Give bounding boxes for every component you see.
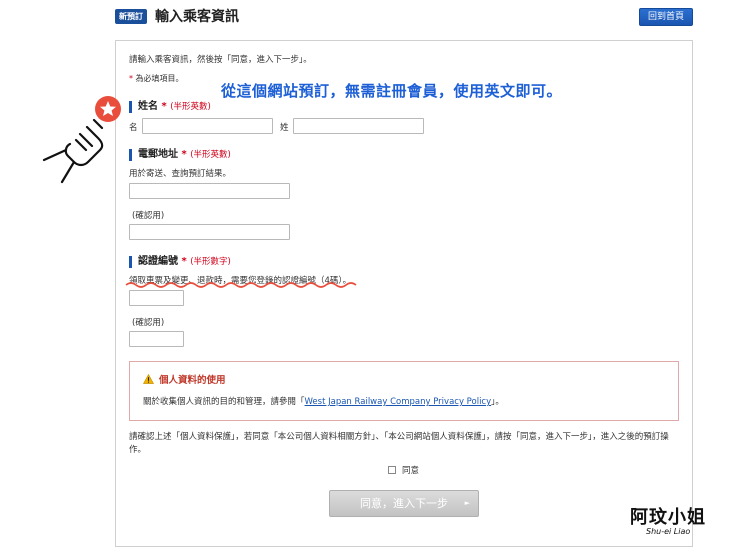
name-section-title: 姓名 * (半形英數) (129, 101, 211, 113)
new-booking-badge: 新預訂 (115, 9, 147, 24)
privacy-title: 個人資料的使用 (143, 372, 226, 386)
last-name-label: 姓 (280, 123, 289, 133)
author-signature: 阿玟小姐 Shu-ei Liao (630, 503, 706, 536)
pointing-hand-icon (42, 96, 121, 184)
required-note-text: 為必填項目。 (135, 74, 184, 83)
signature-main: 阿玟小姐 (630, 507, 706, 528)
privacy-text-before: 關於收集個人資訊的目的和管理，請參閱「 (143, 397, 305, 407)
page-title: 輸入乘客資訊 (155, 9, 239, 25)
next-button-label: 同意，進入下一步 (360, 497, 448, 510)
name-hint: (半形英數) (170, 102, 211, 112)
page-header: 新預訂 輸入乘客資訊 回到首頁 (115, 6, 693, 30)
email-section-title: 電郵地址 * (半形英數) (129, 149, 231, 161)
agree-label: 同意 (402, 466, 420, 476)
email-confirm-label: (確認用) (132, 211, 165, 221)
email-title-text: 電郵地址 (138, 149, 178, 160)
privacy-title-text: 個人資料的使用 (159, 375, 226, 386)
required-star: * (129, 74, 133, 83)
required-note: * 為必填項目。 (129, 73, 184, 84)
first-name-label: 名 (129, 123, 138, 133)
email-hint: (半形英數) (190, 150, 231, 160)
email-required-star: * (181, 149, 187, 160)
agree-next-button[interactable]: 同意，進入下一步 ► (329, 490, 479, 517)
home-button[interactable]: 回到首頁 (639, 8, 693, 26)
last-name-input[interactable] (293, 118, 424, 134)
agree-checkbox-row[interactable]: 同意 (388, 464, 419, 476)
red-underline-marker (125, 282, 357, 288)
email-description: 用於寄送、查詢預訂結果。 (129, 169, 232, 179)
privacy-text: 關於收集個人資訊的目的和管理，請參閱「West Japan Railway Co… (143, 395, 504, 407)
warning-icon (143, 374, 154, 384)
privacy-text-after: 」。 (491, 397, 504, 407)
agree-checkbox[interactable] (388, 466, 396, 474)
name-title-text: 姓名 (138, 101, 158, 112)
pin-confirm-label: (確認用) (132, 318, 165, 328)
email-input[interactable] (129, 183, 290, 199)
pin-confirm-input[interactable] (129, 331, 184, 347)
pin-title-text: 認證編號 (138, 256, 178, 267)
privacy-notice: 個人資料的使用 關於收集個人資訊的目的和管理，請參閱「West Japan Ra… (129, 361, 679, 421)
passenger-form: 請輸入乘客資訊，然後按「同意，進入下一步」。 * 為必填項目。 姓名 * (半形… (115, 40, 693, 547)
privacy-policy-link[interactable]: West Japan Railway Company Privacy Polic… (305, 397, 492, 407)
pin-input[interactable] (129, 290, 184, 306)
first-name-input[interactable] (142, 118, 273, 134)
email-confirm-input[interactable] (129, 224, 290, 240)
pin-hint: (半形數字) (190, 257, 231, 267)
pin-required-star: * (181, 256, 187, 267)
handwritten-annotation: 從這個網站預訂，無需註冊會員，使用英文即可。 (221, 82, 563, 100)
arrow-right-icon: ► (464, 499, 470, 507)
name-required-star: * (161, 101, 167, 112)
intro-text: 請輸入乘客資訊，然後按「同意，進入下一步」。 (129, 55, 312, 65)
confirm-text: 請確認上述「個人資料保護」，若同意「本公司個人資料相關方針」、「本公司網站個人資… (129, 432, 669, 455)
pin-section-title: 認證編號 * (半形數字) (129, 256, 231, 268)
